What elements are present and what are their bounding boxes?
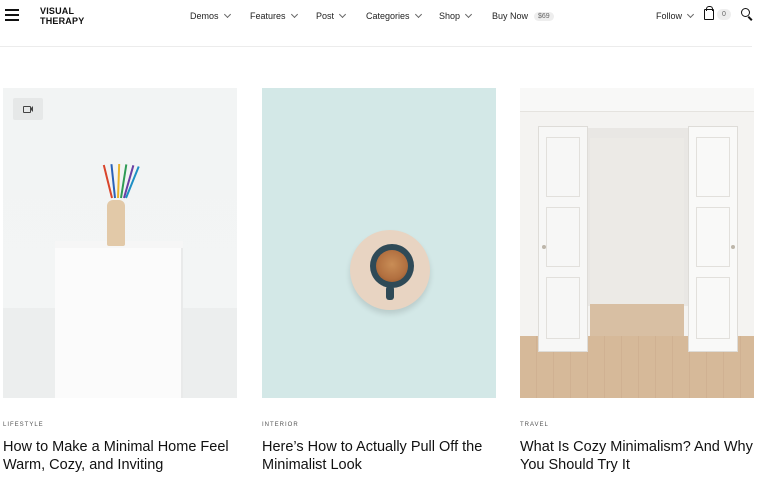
nav-categories-label: Categories bbox=[366, 11, 410, 21]
nav-features-label: Features bbox=[250, 11, 286, 21]
post-title[interactable]: What Is Cozy Minimalism? And Why You Sho… bbox=[520, 438, 760, 474]
chevron-down-icon bbox=[338, 10, 347, 19]
video-camera-icon[interactable] bbox=[13, 98, 43, 120]
chevron-down-icon bbox=[686, 10, 695, 19]
nav-buy-now-label: Buy Now bbox=[492, 11, 529, 21]
post-category[interactable]: INTERIOR bbox=[262, 422, 299, 428]
cart-count-badge: 0 bbox=[717, 9, 731, 20]
follow-label: Follow bbox=[656, 11, 683, 21]
nav-post[interactable]: Post bbox=[316, 9, 347, 23]
nav-categories[interactable]: Categories bbox=[366, 9, 422, 23]
post-title[interactable]: How to Make a Minimal Home Feel Warm, Co… bbox=[3, 438, 243, 474]
nav-shop-label: Shop bbox=[439, 11, 461, 21]
price-badge: $69 bbox=[534, 11, 554, 21]
search-icon[interactable] bbox=[741, 8, 753, 20]
nav-features[interactable]: Features bbox=[250, 9, 298, 23]
nav-shop[interactable]: Shop bbox=[439, 9, 473, 23]
post-thumbnail[interactable] bbox=[3, 88, 237, 398]
nav-post-label: Post bbox=[316, 11, 335, 21]
hand-sculpture-image bbox=[107, 200, 125, 246]
header-divider bbox=[0, 46, 752, 47]
chevron-down-icon bbox=[223, 10, 231, 19]
chevron-down-icon bbox=[414, 10, 422, 19]
nav-demos-label: Demos bbox=[190, 11, 219, 21]
site-logo[interactable]: VISUAL THERAPY bbox=[40, 6, 84, 26]
post-category[interactable]: LIFESTYLE bbox=[3, 422, 44, 428]
pedestal-image bbox=[55, 248, 183, 398]
shopping-bag-icon[interactable] bbox=[704, 6, 714, 20]
post-thumbnail[interactable] bbox=[520, 88, 754, 398]
menu-icon[interactable] bbox=[5, 9, 19, 21]
post-title[interactable]: Here’s How to Actually Pull Off the Mini… bbox=[262, 438, 502, 474]
chevron-down-icon bbox=[290, 10, 298, 19]
post-category[interactable]: TRAVEL bbox=[520, 422, 549, 428]
post-thumbnail[interactable] bbox=[262, 88, 496, 398]
site-header: VISUAL THERAPY Demos Features Post Categ… bbox=[0, 0, 760, 32]
open-door-image bbox=[538, 126, 588, 352]
follow-dropdown[interactable]: Follow bbox=[656, 9, 695, 23]
nav-buy-now[interactable]: Buy Now $69 bbox=[492, 9, 554, 23]
chevron-down-icon bbox=[464, 10, 473, 19]
open-door-image bbox=[688, 126, 738, 352]
nav-demos[interactable]: Demos bbox=[190, 9, 231, 23]
